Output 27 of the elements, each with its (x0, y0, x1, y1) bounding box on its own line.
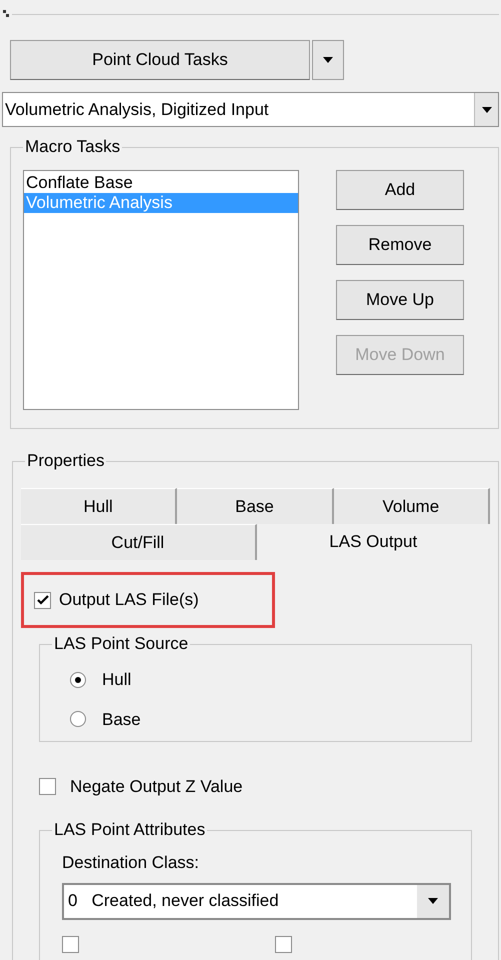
task-button[interactable]: Point Cloud Tasks (10, 40, 310, 80)
action-button[interactable]: Move Up (336, 280, 464, 320)
radio-label: Hull (102, 669, 132, 691)
grip-icon (2, 9, 10, 19)
tab[interactable]: Base (177, 488, 334, 524)
radio-label: Base (102, 708, 141, 730)
class-combo[interactable]: 0 Created, never classified (62, 882, 451, 920)
checkbox[interactable] (34, 592, 51, 608)
dropdown-button[interactable] (312, 40, 344, 80)
checkbox[interactable] (275, 936, 292, 952)
checkbox-label: Output LAS File(s) (59, 589, 199, 612)
dropdown-arrow-icon (323, 57, 333, 63)
dropdown-arrow-icon (428, 898, 438, 904)
action-button[interactable]: Remove (336, 225, 464, 265)
action-button[interactable]: Add (336, 170, 464, 210)
list-item[interactable]: Conflate Base (24, 173, 298, 193)
task-combo[interactable]: Volumetric Analysis, Digitized Input (2, 92, 499, 127)
checkbox-label: Negate Output Z Value (70, 776, 243, 798)
radio-button[interactable] (70, 711, 86, 728)
tab[interactable]: Hull (21, 488, 178, 524)
tab[interactable]: Volume (334, 488, 490, 524)
field-label: Destination Class: (62, 852, 200, 874)
checkbox[interactable] (62, 936, 79, 952)
radio-button[interactable] (70, 672, 86, 688)
dropdown-arrow-icon (482, 106, 492, 112)
tab[interactable]: Cut/Fill (21, 524, 256, 560)
checkbox[interactable] (39, 778, 56, 796)
